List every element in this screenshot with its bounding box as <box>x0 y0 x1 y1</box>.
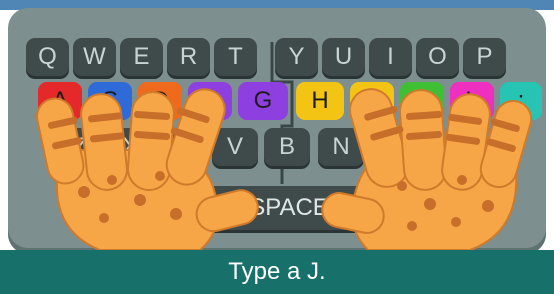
game-stage: Q W E R T Y U I O P A S D F G H J K L : … <box>0 0 554 294</box>
typing-prompt: Type a J. <box>228 258 326 285</box>
right-hand <box>321 88 533 251</box>
left-hand <box>36 88 259 251</box>
